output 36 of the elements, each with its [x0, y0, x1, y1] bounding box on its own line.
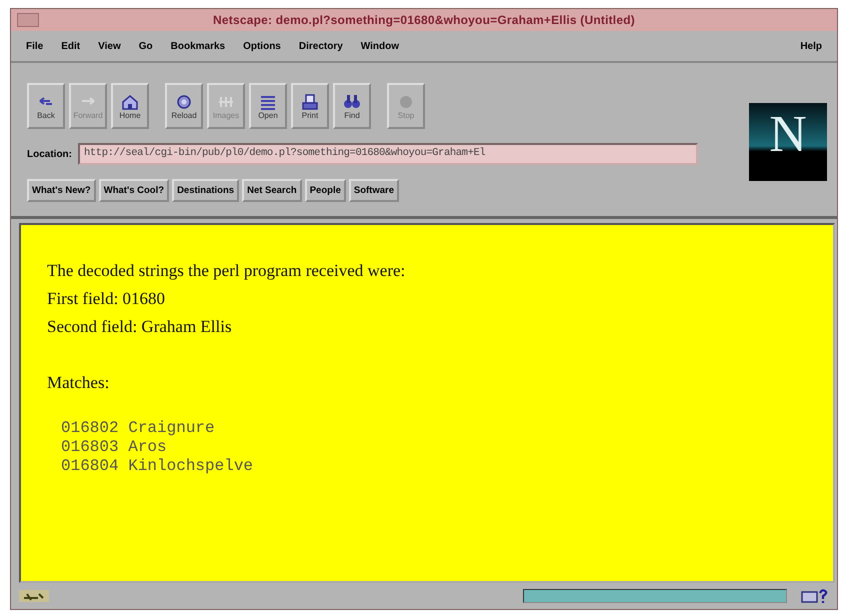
print-icon [300, 92, 320, 110]
directory-button[interactable]: Destinations [172, 179, 240, 202]
directory-button[interactable]: What's Cool? [98, 179, 170, 202]
directory-button[interactable]: Net Search [242, 179, 302, 202]
text-line: The decoded strings the perl program received were: [47, 260, 406, 282]
menu-item[interactable]: View [89, 38, 130, 54]
menu-item[interactable]: Directory [290, 38, 352, 54]
toolbar-button[interactable]: Open [249, 83, 287, 129]
toolbar-button[interactable]: Reload [165, 83, 203, 129]
home-icon [120, 92, 140, 110]
directory-button[interactable]: Software [348, 179, 399, 202]
find-icon [342, 92, 362, 110]
menu-item[interactable]: Help [791, 38, 831, 54]
menu-item[interactable]: Options [234, 38, 290, 54]
match-line: 016802 Craignure [61, 419, 216, 438]
text-line: Second field: Graham Ellis [47, 316, 233, 338]
window-title: Netscape: demo.pl?something=01680&whoyou=Graham+Ellis (Untitled) [212, 13, 636, 27]
match-line: 016804 Kinlochspelve [61, 457, 254, 476]
location-label: Location: [27, 148, 72, 160]
matches-heading: Matches: [47, 372, 110, 394]
mail-icon[interactable] [801, 588, 829, 604]
toolbar-button[interactable]: Home [111, 83, 149, 129]
toolbar-button[interactable]: Print [291, 83, 329, 129]
toolbar-button[interactable]: Back [27, 83, 65, 129]
match-line: 016803 Aros [61, 438, 168, 457]
directory-button[interactable]: What's New? [27, 179, 96, 202]
toolbar-button[interactable]: Find [333, 83, 371, 129]
menu-item[interactable]: Edit [52, 38, 90, 54]
menu-item[interactable]: Bookmarks [162, 38, 234, 54]
menu-item[interactable]: Window [352, 38, 408, 54]
menu-item[interactable]: File [17, 38, 52, 54]
menu-item[interactable]: Go [130, 38, 162, 54]
location-field[interactable]: http://seal/cgi-bin/pub/pl0/demo.pl?something=01680&whoyou=Graham+El [78, 143, 698, 165]
directory-button[interactable]: People [304, 179, 346, 202]
netscape-logo: N [749, 103, 827, 181]
text-line: First field: 01680 [47, 288, 166, 310]
